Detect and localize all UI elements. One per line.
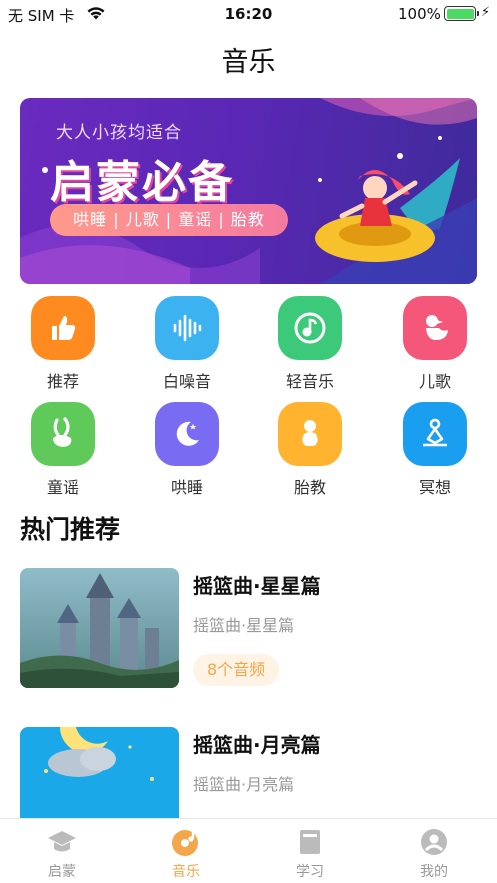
moon-icon xyxy=(155,402,219,466)
rabbit-icon xyxy=(31,402,95,466)
banner-tagline: 大人小孩均适合 xyxy=(56,123,182,143)
tab-bar: 启蒙 音乐 学习 我的 xyxy=(0,818,497,883)
category-kids-songs[interactable]: 儿歌 xyxy=(385,296,485,392)
battery-percent: 100% xyxy=(398,5,441,23)
card-title: 摇篮曲·月亮篇 xyxy=(193,733,321,757)
category-label: 轻音乐 xyxy=(285,372,334,391)
card-subtitle: 摇篮曲·星星篇 xyxy=(193,616,295,635)
tab-profile[interactable]: 我的 xyxy=(372,827,496,881)
profile-icon xyxy=(419,827,449,857)
category-label: 童谣 xyxy=(46,478,79,497)
category-meditation[interactable]: 冥想 xyxy=(385,402,485,498)
book-icon xyxy=(295,827,325,857)
category-nursery-rhymes[interactable]: 童谣 xyxy=(13,402,113,498)
category-label: 哄睡 xyxy=(170,478,203,497)
duck-icon xyxy=(403,296,467,360)
list-item[interactable]: 摇篮曲·星星篇 摇篮曲·星星篇 8个音频 xyxy=(20,568,477,688)
music-disc-icon xyxy=(171,827,201,857)
baby-icon xyxy=(278,402,342,466)
tab-enlighten[interactable]: 启蒙 xyxy=(0,827,124,881)
category-label: 推荐 xyxy=(46,372,79,391)
charging-icon: ⚡ xyxy=(481,5,491,20)
meditation-icon xyxy=(403,402,467,466)
tab-study[interactable]: 学习 xyxy=(248,827,372,881)
tab-music[interactable]: 音乐 xyxy=(124,827,248,881)
category-label: 白噪音 xyxy=(162,372,211,391)
battery-icon xyxy=(444,6,479,21)
thumbs-up-icon xyxy=(31,296,95,360)
sound-wave-icon xyxy=(155,296,219,360)
promo-banner[interactable]: 大人小孩均适合 启蒙必备 哄睡 | 儿歌 | 童谣 | 胎教 xyxy=(20,98,477,284)
category-label: 胎教 xyxy=(293,478,326,497)
status-bar: 无 SIM 卡 16:20 100% ⚡ xyxy=(0,0,497,28)
category-prenatal[interactable]: 胎教 xyxy=(260,402,360,498)
section-title: 热门推荐 xyxy=(20,515,121,544)
tab-label: 启蒙 xyxy=(48,864,76,880)
card-subtitle: 摇篮曲·月亮篇 xyxy=(193,775,295,794)
card-title: 摇篮曲·星星篇 xyxy=(193,574,321,598)
card-thumbnail xyxy=(20,568,179,688)
banner-headline: 启蒙必备 xyxy=(50,157,234,208)
page-title: 音乐 xyxy=(221,47,276,78)
tab-label: 我的 xyxy=(420,864,448,880)
tab-label: 音乐 xyxy=(172,864,200,880)
category-label: 儿歌 xyxy=(418,372,451,391)
category-lullaby[interactable]: 哄睡 xyxy=(137,402,237,498)
category-white-noise[interactable]: 白噪音 xyxy=(137,296,237,392)
category-label: 冥想 xyxy=(418,478,451,497)
category-light-music[interactable]: 轻音乐 xyxy=(260,296,360,392)
audio-count-badge: 8个音频 xyxy=(193,654,280,686)
graduation-cap-icon xyxy=(47,827,77,857)
category-recommend[interactable]: 推荐 xyxy=(13,296,113,392)
music-note-icon xyxy=(278,296,342,360)
tab-label: 学习 xyxy=(296,864,324,880)
banner-chips: 哄睡 | 儿歌 | 童谣 | 胎教 xyxy=(50,204,288,236)
